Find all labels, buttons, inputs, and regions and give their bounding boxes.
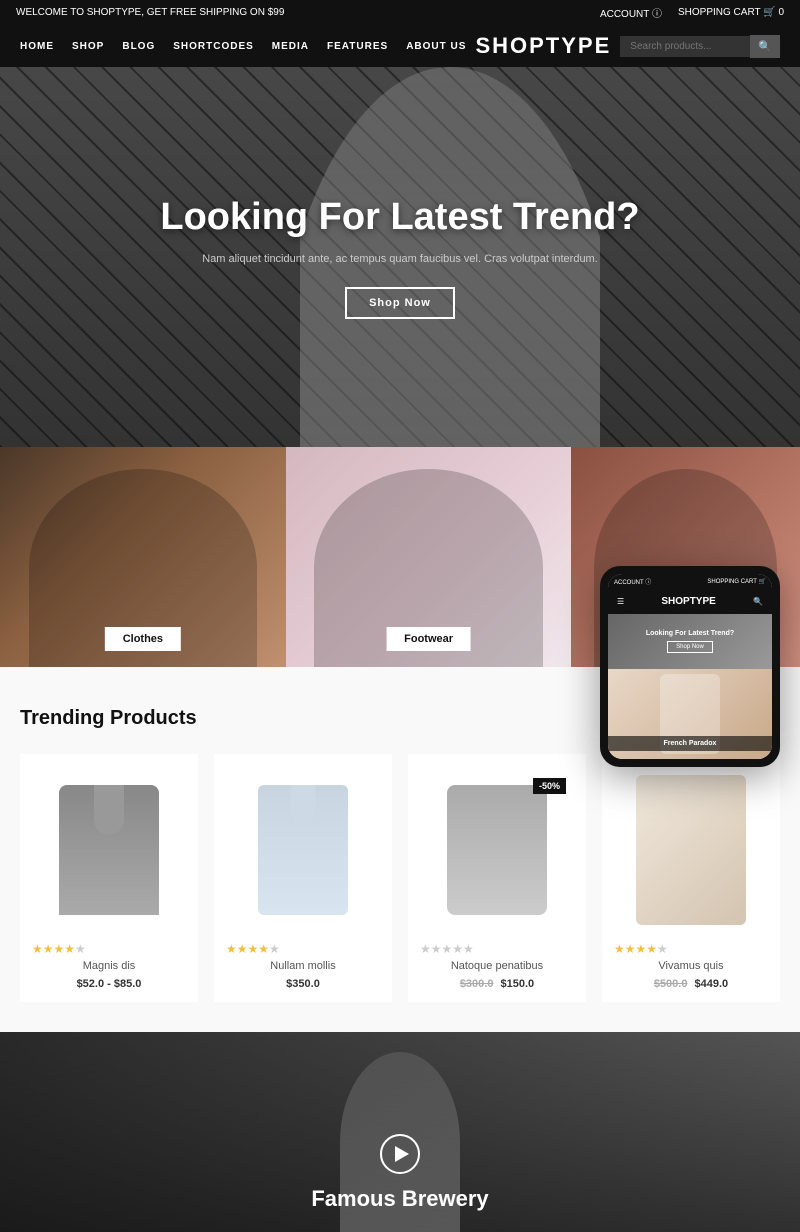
product-price-4: $500.0 $449.0	[614, 978, 768, 990]
product-price-1: $52.0 - $85.0	[32, 978, 186, 990]
account-link[interactable]: ACCOUNT ⓘ	[600, 5, 662, 20]
nav-shortcodes[interactable]: SHORTCODES	[173, 41, 254, 52]
hero-subtitle: Nam aliquet tincidunt ante, ac tempus qu…	[160, 253, 639, 265]
nav-shop[interactable]: SHOP	[72, 41, 104, 52]
phone-hero-text: Looking For Latest Trend?	[646, 630, 734, 637]
phone-top-bar: ACCOUNT ⓘ SHOPPING CART 🛒	[608, 574, 772, 589]
footwear-label: Footwear	[386, 627, 471, 651]
phone-hero: Looking For Latest Trend? Shop Now	[608, 614, 772, 669]
phone-logo: SHOPTYPE	[661, 596, 715, 607]
hero-content: Looking For Latest Trend? Nam aliquet ti…	[160, 196, 639, 319]
search-button[interactable]: 🔍	[750, 35, 780, 58]
product-card-4[interactable]: ★★★★★ Vivamus quis $500.0 $449.0	[602, 754, 780, 1002]
phone-header: ☰ SHOPTYPE 🔍	[608, 589, 772, 614]
clothes-label: Clothes	[105, 627, 181, 651]
video-title: Famous Brewery	[311, 1186, 488, 1212]
nav-about[interactable]: ABOUT US	[406, 41, 466, 52]
hero-section: Looking For Latest Trend? Nam aliquet ti…	[0, 67, 800, 447]
top-bar: WELCOME TO SHOPTYPE, GET FREE SHIPPING O…	[0, 0, 800, 25]
shirt-shape	[258, 785, 348, 915]
play-icon	[395, 1146, 409, 1162]
cart-link[interactable]: SHOPPING CART 🛒 0	[678, 7, 784, 18]
phone-account: ACCOUNT ⓘ	[614, 577, 651, 586]
jacket-shape	[59, 785, 159, 915]
top-bar-message: WELCOME TO SHOPTYPE, GET FREE SHIPPING O…	[16, 7, 284, 18]
product-name-3: Natoque penatibus	[420, 960, 574, 972]
product-image-3: -50%	[420, 770, 574, 930]
category-clothes[interactable]: Clothes	[0, 447, 286, 667]
product-price-3: $300.0 $150.0	[420, 978, 574, 990]
product-price-2: $350.0	[226, 978, 380, 990]
nav-blog[interactable]: BLOG	[122, 41, 155, 52]
phone-hero-btn[interactable]: Shop Now	[667, 641, 713, 653]
search-input[interactable]	[620, 36, 750, 57]
product-image-1	[32, 770, 186, 930]
product-stars-3: ★★★★★	[420, 942, 574, 956]
product-card-1[interactable]: ★★★★★ Magnis dis $52.0 - $85.0	[20, 754, 198, 1002]
trending-title: Trending Products	[20, 707, 197, 730]
product-card-3[interactable]: -50% ★★★★★ Natoque penatibus $300.0 $150…	[408, 754, 586, 1002]
phone-product-image: French Paradox	[608, 669, 772, 759]
nav-home[interactable]: HOME	[20, 41, 54, 52]
main-nav: HOME SHOP BLOG SHORTCODES MEDIA FEATURES…	[20, 41, 466, 52]
phone-search-icon: 🔍	[753, 597, 763, 606]
fashion-shape	[636, 775, 746, 925]
hero-cta-button[interactable]: Shop Now	[345, 287, 455, 319]
phone-menu-icon: ☰	[617, 597, 624, 606]
search-box: 🔍	[620, 35, 780, 58]
product-name-4: Vivamus quis	[614, 960, 768, 972]
product-stars-1: ★★★★★	[32, 942, 186, 956]
phone-screen: ACCOUNT ⓘ SHOPPING CART 🛒 ☰ SHOPTYPE 🔍 L…	[608, 574, 772, 759]
sweater-shape	[447, 785, 547, 915]
hero-title: Looking For Latest Trend?	[160, 196, 639, 239]
category-footwear[interactable]: Footwear	[286, 447, 572, 667]
products-grid: ★★★★★ Magnis dis $52.0 - $85.0 ★★★★★ Nul…	[20, 754, 780, 1002]
video-section: Famous Brewery	[0, 1032, 800, 1232]
phone-cart: SHOPPING CART 🛒	[707, 578, 766, 585]
product-name-2: Nullam mollis	[226, 960, 380, 972]
product-stars-2: ★★★★★	[226, 942, 380, 956]
site-logo[interactable]: SHOPTYPE	[475, 33, 611, 59]
phone-product-label: French Paradox	[608, 736, 772, 751]
play-button[interactable]	[380, 1134, 420, 1174]
product-stars-4: ★★★★★	[614, 942, 768, 956]
phone-mockup: ACCOUNT ⓘ SHOPPING CART 🛒 ☰ SHOPTYPE 🔍 L…	[600, 566, 780, 767]
product-image-2	[226, 770, 380, 930]
header: HOME SHOP BLOG SHORTCODES MEDIA FEATURES…	[0, 25, 800, 67]
product-image-4	[614, 770, 768, 930]
product-card-2[interactable]: ★★★★★ Nullam mollis $350.0	[214, 754, 392, 1002]
sale-badge-3: -50%	[533, 778, 566, 794]
nav-media[interactable]: MEDIA	[272, 41, 309, 52]
categories-section: Clothes Footwear ACCOUNT ⓘ	[0, 447, 800, 667]
product-name-1: Magnis dis	[32, 960, 186, 972]
nav-features[interactable]: FEATURES	[327, 41, 388, 52]
